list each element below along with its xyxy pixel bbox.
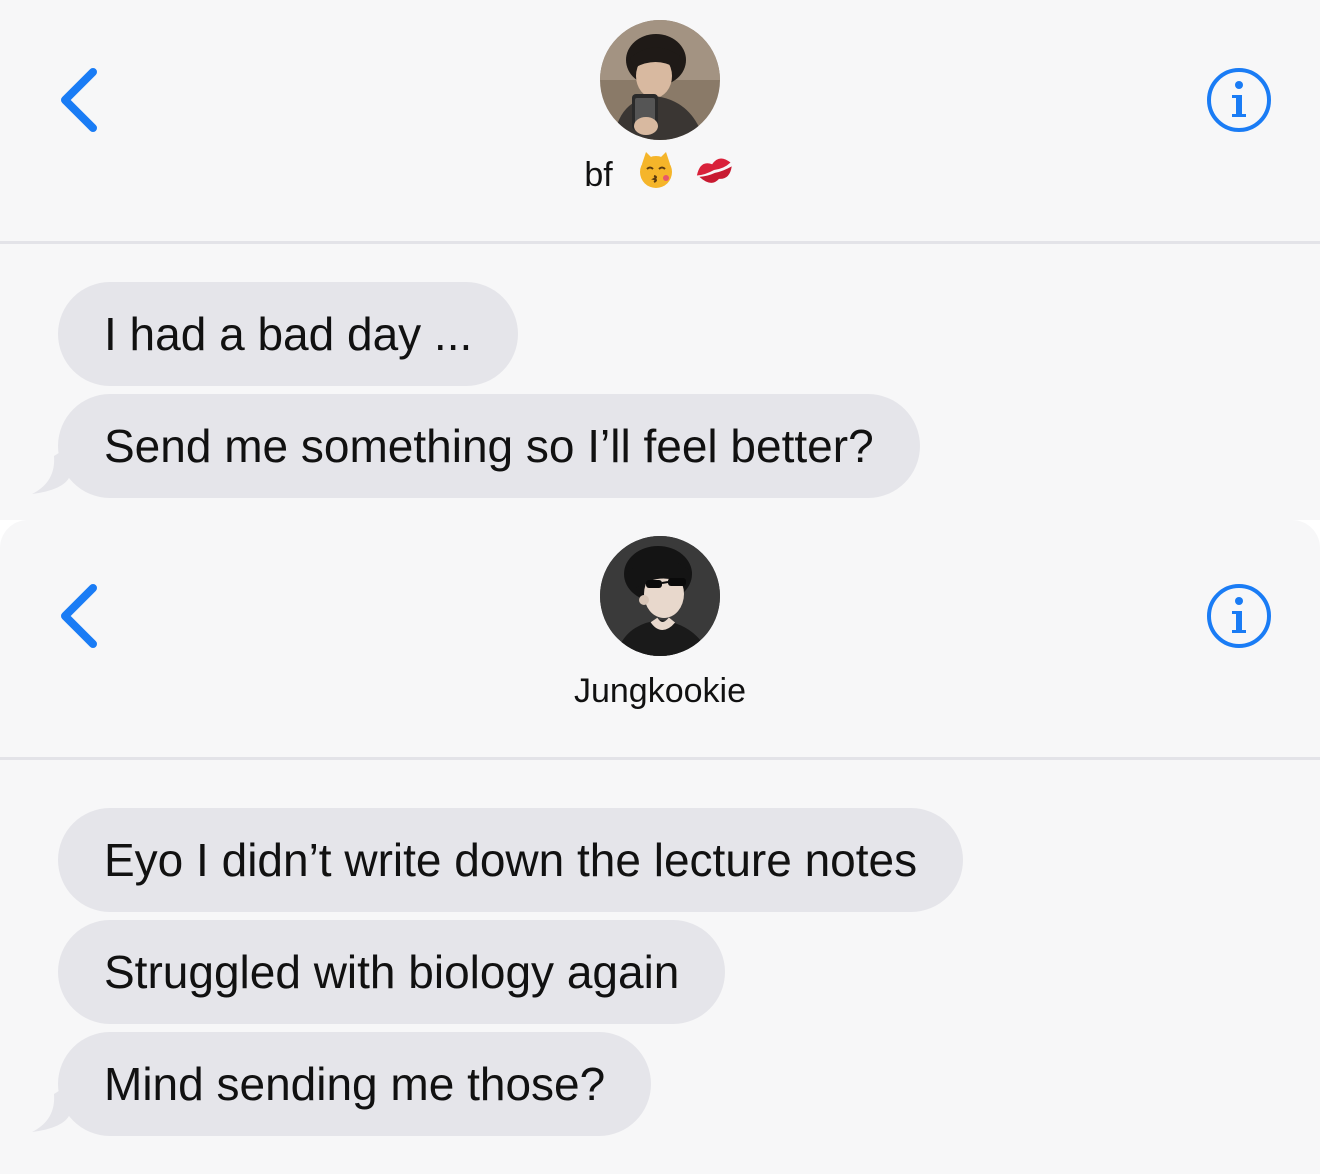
message-bubble[interactable]: Mind sending me those? <box>58 1032 652 1136</box>
avatar[interactable] <box>600 536 720 656</box>
info-icon <box>1207 584 1271 648</box>
chat-header: Jungkookie <box>0 520 1320 760</box>
info-icon <box>1207 68 1271 132</box>
chat-header: bf <box>0 0 1320 244</box>
contact-name-row[interactable]: bf <box>0 150 1320 200</box>
message-bubble[interactable]: Eyo I didn’t write down the lecture note… <box>58 808 964 912</box>
message-bubble[interactable]: I had a bad day ... <box>58 282 519 386</box>
chat-panel-jungkookie: Jungkookie Eyo I didn’t write down the l… <box>0 520 1320 1174</box>
chevron-left-icon <box>61 584 97 648</box>
kissing-cat-emoji-icon <box>636 150 676 204</box>
message-bubble[interactable]: Struggled with biology again <box>58 920 726 1024</box>
back-button[interactable] <box>55 582 105 650</box>
chevron-left-icon <box>61 68 97 132</box>
contact-name: bf <box>584 156 613 194</box>
chat-panel-bf: bf I had a bad day ... Send me something… <box>0 0 1320 520</box>
avatar[interactable] <box>600 20 720 140</box>
kiss-mark-emoji-icon <box>692 150 736 204</box>
message-bubble[interactable]: Send me something so I’ll feel better? <box>58 394 920 498</box>
info-button[interactable] <box>1205 66 1273 134</box>
back-button[interactable] <box>55 66 105 134</box>
info-button[interactable] <box>1205 582 1273 650</box>
contact-name[interactable]: Jungkookie <box>0 666 1320 716</box>
